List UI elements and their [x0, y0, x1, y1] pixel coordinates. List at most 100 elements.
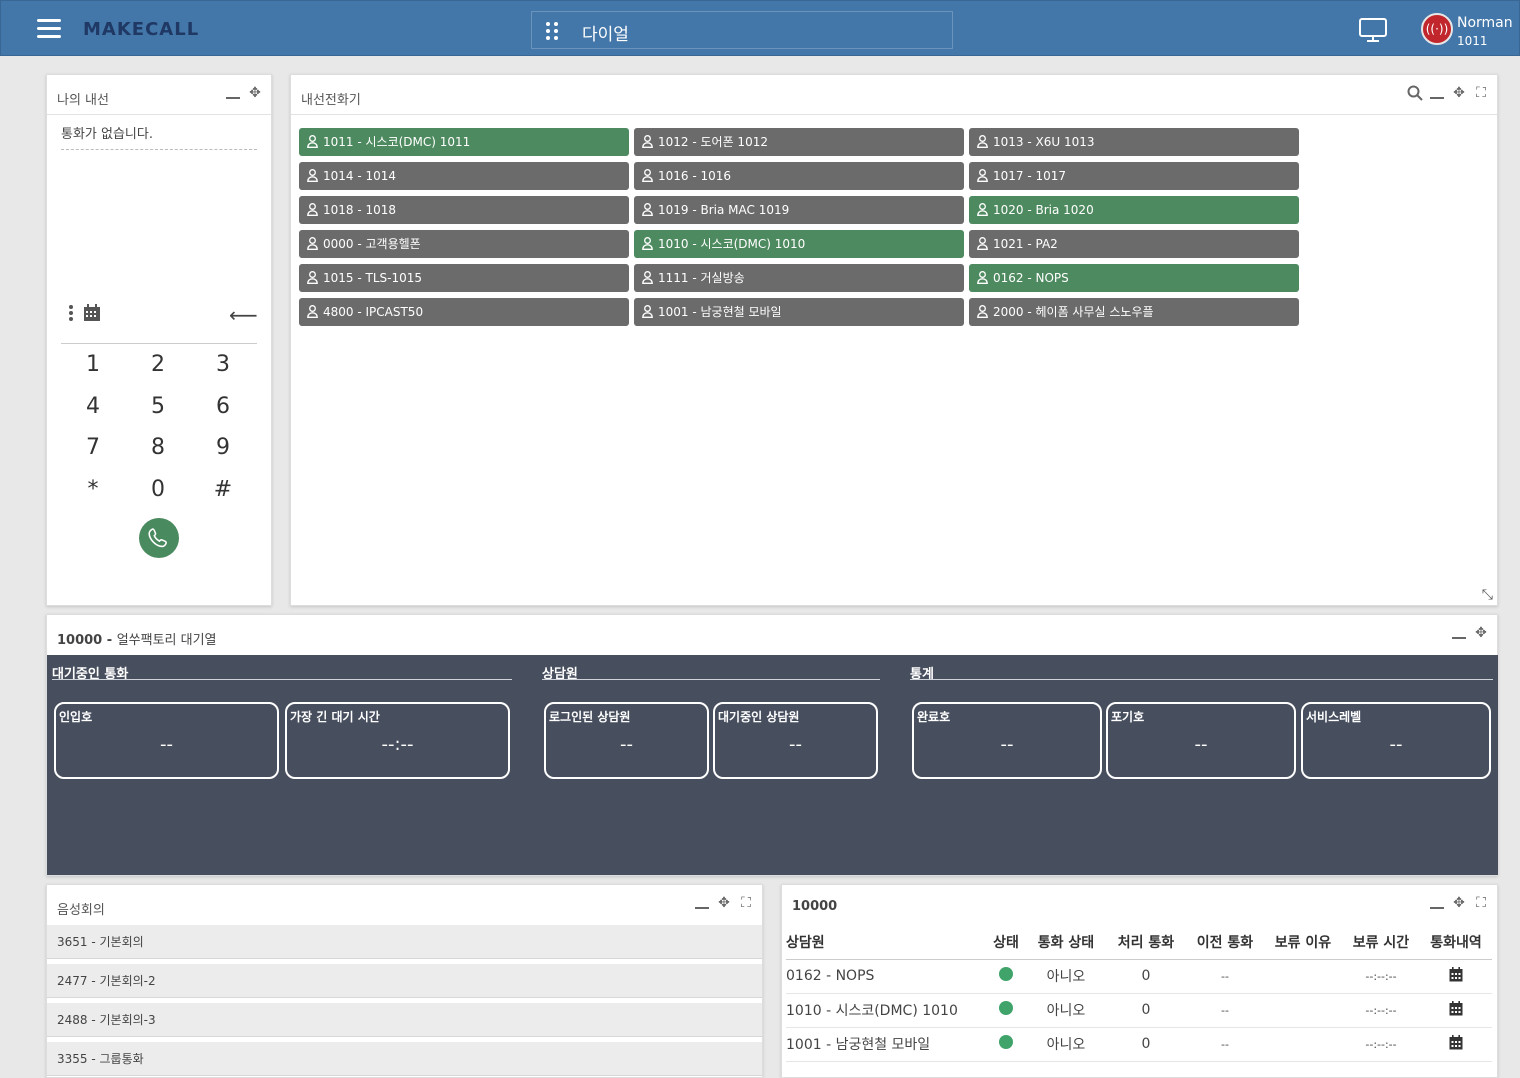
extension-button[interactable]: 1010 - 시스코(DMC) 1010 — [634, 230, 964, 258]
divider — [542, 679, 880, 680]
search-icon[interactable] — [1407, 85, 1423, 101]
extension-button[interactable]: 1111 - 거실방송 — [634, 264, 964, 292]
calendar-icon[interactable] — [1449, 966, 1463, 986]
extension-button[interactable]: 0000 - 고객용헬폰 — [299, 230, 629, 258]
resize-icon[interactable]: ⤡ — [1482, 587, 1493, 603]
move-icon[interactable]: ✥ — [1451, 895, 1467, 911]
extension-label: 1021 - PA2 — [993, 237, 1058, 251]
extension-button[interactable]: 4800 - IPCAST50 — [299, 298, 629, 326]
stat-label: 가장 긴 대기 시간 — [290, 710, 380, 724]
extension-button[interactable]: 1020 - Bria 1020 — [969, 196, 1299, 224]
column-header[interactable]: 상태 — [986, 925, 1026, 960]
key-1[interactable]: 1 — [63, 352, 123, 377]
extension-button[interactable]: 1015 - TLS-1015 — [299, 264, 629, 292]
divider — [61, 149, 257, 150]
fullscreen-icon[interactable]: ⛶ — [738, 895, 754, 911]
extension-button[interactable]: 1021 - PA2 — [969, 230, 1299, 258]
extension-button[interactable]: 1011 - 시스코(DMC) 1011 — [299, 128, 629, 156]
call-state: 아니오 — [1026, 993, 1106, 1028]
stat-value: -- — [1194, 734, 1208, 755]
conference-item[interactable]: 3651 - 기본회의 — [47, 925, 762, 959]
panel-tools: ✥ ⛶ — [694, 895, 754, 911]
key-star[interactable]: * — [63, 477, 123, 502]
extension-button[interactable]: 1013 - X6U 1013 — [969, 128, 1299, 156]
queue-title: 10000 - 얼쑤팩토리 대기열 — [57, 629, 217, 648]
key-2[interactable]: 2 — [128, 352, 188, 377]
dial-button[interactable]: 다이얼 — [531, 11, 953, 49]
more-vertical-icon[interactable] — [69, 305, 73, 321]
app-logo: MAKECALL — [83, 19, 200, 40]
minimize-icon[interactable] — [694, 895, 710, 911]
queue-number: 10000 — [57, 633, 103, 648]
column-header[interactable]: 보류 시간 — [1342, 925, 1420, 960]
call-state: 아니오 — [1026, 959, 1106, 994]
extension-button[interactable]: 1017 - 1017 — [969, 162, 1299, 190]
call-history-cell — [1420, 1027, 1492, 1062]
panel-title: 음성회의 — [57, 903, 105, 918]
key-3[interactable]: 3 — [193, 352, 253, 377]
key-7[interactable]: 7 — [63, 435, 123, 460]
extension-button[interactable]: 2000 - 헤이폼 사무실 스노우플 — [969, 298, 1299, 326]
hold-reason — [1264, 993, 1342, 1028]
divider — [47, 114, 271, 115]
stat-incoming-calls: 인입호 -- — [54, 702, 279, 779]
column-header[interactable]: 보류 이유 — [1264, 925, 1342, 960]
move-icon[interactable]: ✥ — [716, 895, 732, 911]
minimize-icon[interactable] — [1451, 625, 1467, 641]
panel-title: 나의 내선 — [57, 93, 109, 108]
conference-item[interactable]: 2477 - 기본회의-2 — [47, 964, 762, 998]
move-icon[interactable]: ✥ — [1473, 625, 1489, 641]
extension-label: 1001 - 남궁현철 모바일 — [658, 305, 782, 319]
stat-label: 로그인된 상담원 — [549, 710, 631, 724]
calendar-icon[interactable] — [1449, 1034, 1463, 1054]
call-button[interactable] — [139, 518, 179, 558]
user-extension: 1011 — [1457, 34, 1488, 48]
extension-button[interactable]: 1018 - 1018 — [299, 196, 629, 224]
extension-label: 1013 - X6U 1013 — [993, 135, 1095, 149]
extension-button[interactable]: 0162 - NOPS — [969, 264, 1299, 292]
minimize-icon[interactable] — [1429, 895, 1445, 911]
conference-item[interactable]: 3355 - 그룹통화 — [47, 1042, 762, 1076]
key-hash[interactable]: # — [193, 477, 253, 502]
conference-item[interactable]: 2488 - 기본회의-3 — [47, 1003, 762, 1037]
hold-time: --:--:-- — [1342, 993, 1420, 1028]
backspace-arrow-icon[interactable]: ⟵ — [229, 303, 258, 327]
extension-button[interactable]: 1001 - 남궁현철 모바일 — [634, 298, 964, 326]
key-5[interactable]: 5 — [128, 394, 188, 419]
status-dot-icon — [999, 967, 1013, 981]
agent-name: 1010 - 시스코(DMC) 1010 — [786, 993, 986, 1028]
column-header[interactable]: 통화내역 — [1420, 925, 1492, 960]
extension-button[interactable]: 1016 - 1016 — [634, 162, 964, 190]
call-state: 아니오 — [1026, 1027, 1106, 1062]
key-9[interactable]: 9 — [193, 435, 253, 460]
key-4[interactable]: 4 — [63, 394, 123, 419]
column-header[interactable]: 이전 통화 — [1186, 925, 1264, 960]
calendar-icon[interactable] — [1449, 1000, 1463, 1020]
move-icon[interactable]: ✥ — [1451, 85, 1467, 101]
stat-service-level: 서비스레벨 -- — [1301, 702, 1491, 779]
stat-value: -- — [789, 734, 802, 755]
extension-button[interactable]: 1014 - 1014 — [299, 162, 629, 190]
minimize-icon[interactable] — [225, 85, 241, 101]
stat-label: 인입호 — [59, 710, 93, 724]
fullscreen-icon[interactable]: ⛶ — [1473, 85, 1489, 101]
user-name: Norman — [1457, 15, 1513, 31]
column-header[interactable]: 처리 통화 — [1106, 925, 1186, 960]
column-header[interactable]: 상담원 — [786, 925, 986, 960]
minimize-icon[interactable] — [1429, 85, 1445, 101]
table-row: 1010 - 시스코(DMC) 1010 아니오 0 -- --:--:-- — [786, 993, 1492, 1028]
extension-button[interactable]: 1019 - Bria MAC 1019 — [634, 196, 964, 224]
key-0[interactable]: 0 — [128, 477, 188, 502]
fullscreen-icon[interactable]: ⛶ — [1473, 895, 1489, 911]
column-header[interactable]: 통화 상태 — [1026, 925, 1106, 960]
monitor-icon[interactable] — [1359, 18, 1387, 46]
extension-button[interactable]: 1012 - 도어폰 1012 — [634, 128, 964, 156]
key-8[interactable]: 8 — [128, 435, 188, 460]
key-6[interactable]: 6 — [193, 394, 253, 419]
status-cell — [986, 959, 1026, 994]
move-icon[interactable]: ✥ — [247, 85, 263, 101]
agent-name: 0162 - NOPS — [786, 959, 986, 994]
menu-icon[interactable] — [37, 19, 61, 39]
calendar-icon[interactable] — [83, 304, 101, 326]
user-avatar[interactable]: ((·)) — [1421, 13, 1453, 45]
